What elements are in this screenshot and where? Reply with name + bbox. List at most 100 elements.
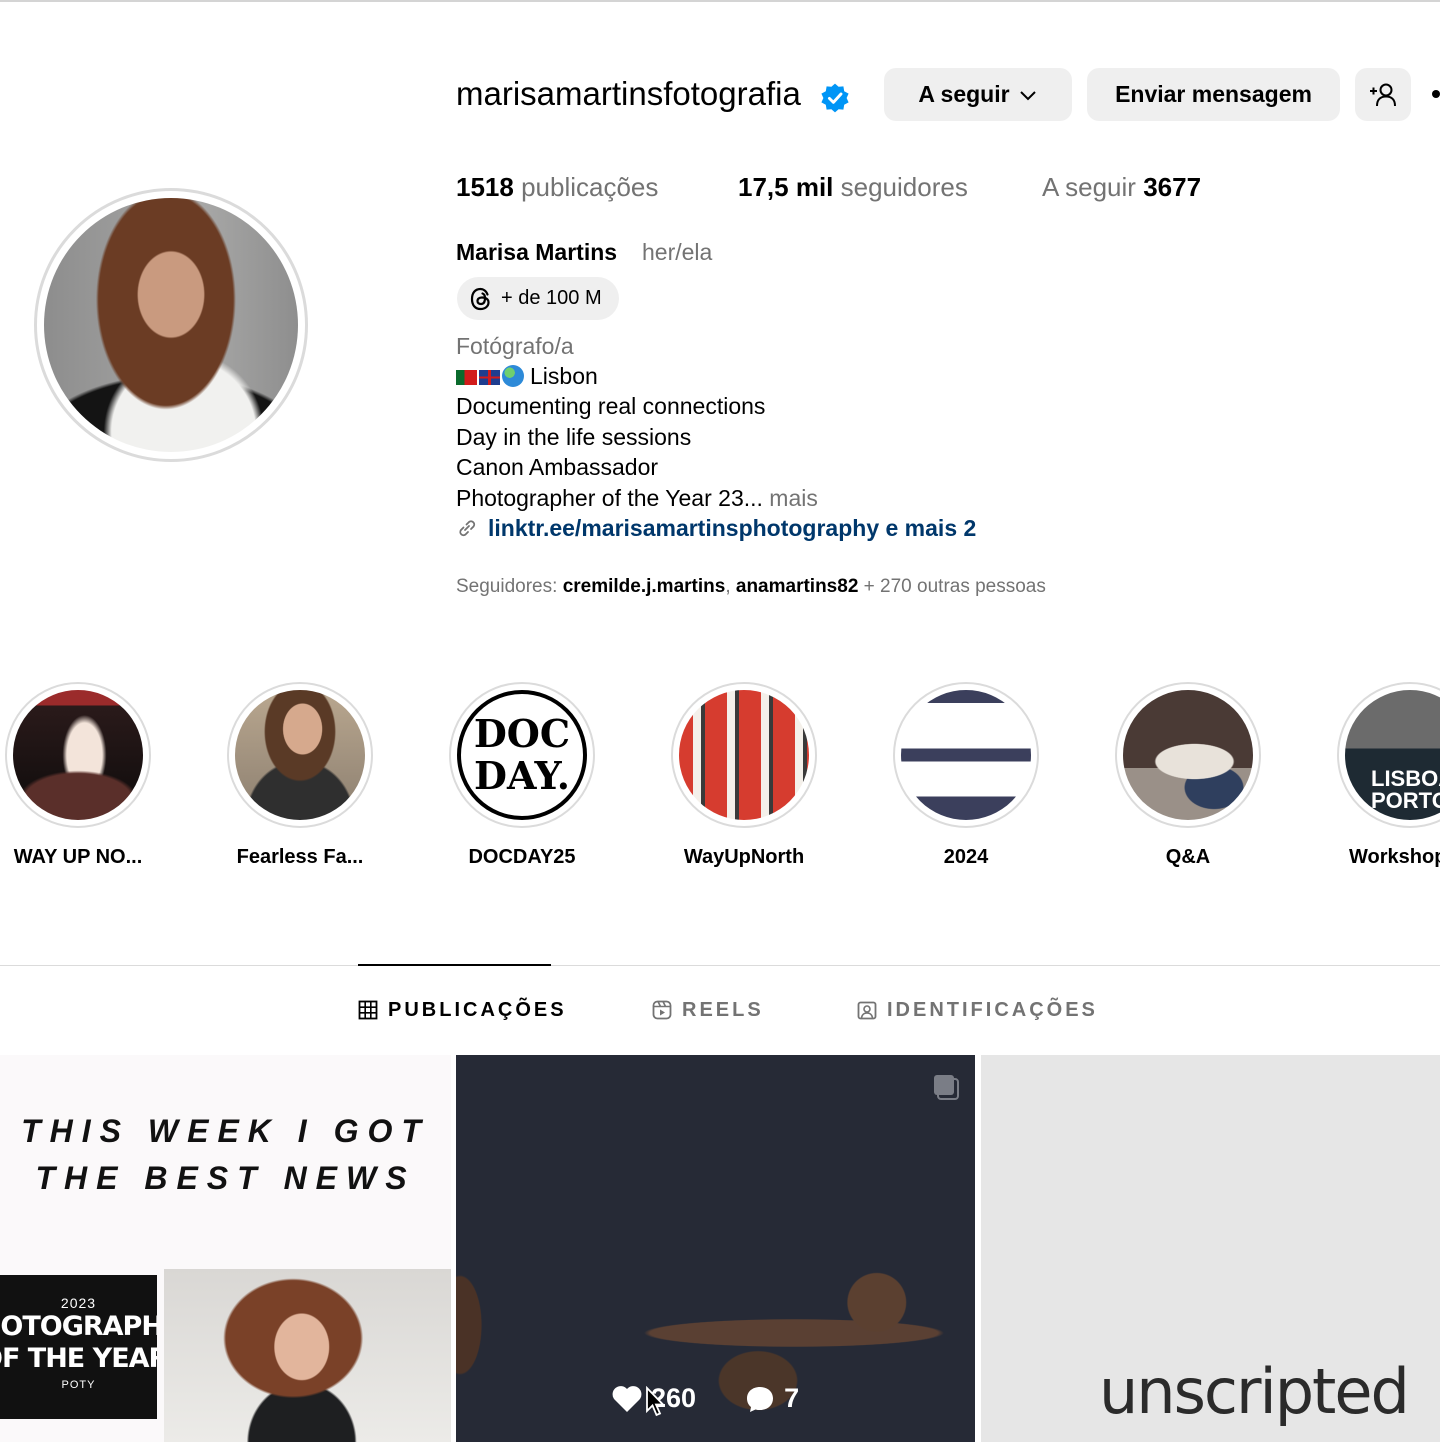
highlight-label: Workshop: [1349, 846, 1440, 868]
bio-link-text[interactable]: linktr.ee/marisamartinsphotography e mai…: [488, 513, 976, 543]
post-thumbnail[interactable]: unscripted: [981, 1055, 1440, 1442]
profile-avatar[interactable]: [44, 198, 298, 452]
highlight-ring: DOC DAY.: [449, 682, 595, 828]
portrait-photo: [164, 1269, 451, 1442]
link-icon: [459, 520, 476, 537]
followed-by-user[interactable]: anamartins82: [736, 576, 859, 597]
grid-icon: [358, 1000, 378, 1020]
reels-icon: [652, 1000, 672, 1020]
tab-tagged[interactable]: IDENTIFICAÇÕES: [857, 996, 1098, 1024]
posts-count-stat: 1518 publicações: [456, 170, 658, 204]
tab-posts[interactable]: PUBLICAÇÕES: [358, 996, 567, 1024]
threads-badge[interactable]: + de 100 M: [457, 277, 619, 320]
bio-line: Canon Ambassador: [456, 454, 659, 480]
post-text: unscripted: [1099, 1355, 1410, 1428]
send-message-button[interactable]: Enviar mensagem: [1087, 68, 1340, 121]
highlight-cover-text: DAY.: [473, 753, 570, 798]
story-highlight[interactable]: Q&A: [1115, 682, 1261, 868]
followers-count-stat[interactable]: 17,5 mil seguidores: [738, 170, 968, 204]
highlight-ring: [671, 682, 817, 828]
followers-count: 17,5 mil: [738, 172, 834, 202]
followed-by-separator: ,: [725, 576, 731, 597]
posts-label: publicações: [521, 172, 659, 202]
highlight-cover: [235, 690, 365, 820]
following-button-label: A seguir: [918, 81, 1010, 107]
mouse-cursor-icon: [646, 1386, 665, 1417]
highlight-cover: [1123, 690, 1253, 820]
highlight-ring: [5, 682, 151, 828]
highlight-cover-text: PORTO: [1371, 788, 1440, 813]
highlight-cover: LISBOA PORTO: [1345, 690, 1440, 820]
bio-more-link[interactable]: mais: [769, 485, 818, 511]
posts-count: 1518: [456, 172, 514, 202]
comment-icon: [747, 1386, 774, 1412]
following-dropdown-button[interactable]: A seguir: [884, 68, 1072, 121]
bio-line-last: Photographer of the Year 23... mais: [456, 483, 818, 513]
award-title: PHOTOGRAPHER: [0, 1311, 157, 1342]
chevron-down-icon: [1019, 90, 1036, 100]
comments-count: 7: [784, 1383, 800, 1413]
highlight-cover: [901, 690, 1031, 820]
highlight-ring: [1115, 682, 1261, 828]
highlight-ring: [227, 682, 373, 828]
followed-by-suffix: + 270 outras pessoas: [863, 576, 1046, 597]
uk-flag-icon: [479, 370, 500, 385]
post-text-line: THIS WEEK I GOT: [21, 1113, 430, 1149]
award-tag: POTY: [61, 1379, 96, 1391]
threads-badge-label: + de 100 M: [501, 287, 602, 309]
more-options-icon[interactable]: [1432, 90, 1440, 98]
heart-icon: [612, 1386, 642, 1412]
add-user-icon: [1370, 83, 1396, 106]
tab-label: REELS: [682, 999, 764, 1021]
highlight-cover-text: LISBOA: [1371, 766, 1440, 791]
highlight-cover-text: DOC: [473, 711, 571, 756]
post-thumbnail[interactable]: THIS WEEK I GOT THE BEST NEWS 2023 PHOTO…: [0, 1055, 451, 1442]
award-year: 2023: [60, 1295, 97, 1311]
active-tab-indicator: [358, 964, 551, 966]
bio-line: Documenting real connections: [456, 393, 766, 419]
followed-by-user[interactable]: cremilde.j.martins: [563, 576, 726, 597]
bio-link[interactable]: linktr.ee/marisamartinsphotography e mai…: [456, 513, 976, 543]
post-text-line: THE BEST NEWS: [35, 1160, 416, 1196]
story-highlight[interactable]: 2024: [893, 682, 1039, 868]
tabs-divider: [0, 965, 1440, 966]
tab-reels[interactable]: REELS: [652, 996, 764, 1024]
comments-stat: 7: [744, 1383, 799, 1414]
carousel-icon: [934, 1075, 959, 1100]
followers-label: seguidores: [840, 172, 968, 202]
story-highlight[interactable]: WAY UP NO...: [5, 682, 151, 868]
highlight-ring: [893, 682, 1039, 828]
bio-line-location: Lisbon: [530, 363, 598, 389]
photo-detail: [456, 1265, 496, 1385]
highlight-cover: [13, 690, 143, 820]
post-thumbnail-hovered[interactable]: 260 7: [456, 1055, 975, 1442]
suggest-users-button[interactable]: [1355, 68, 1411, 121]
threads-icon: [470, 287, 490, 310]
tagged-icon: [857, 1001, 877, 1020]
award-poster: 2023 PHOTOGRAPHER OF THE YEAR POTY: [0, 1275, 157, 1419]
following-count: 3677: [1143, 172, 1202, 202]
highlight-cover: DOC DAY.: [457, 690, 587, 820]
story-highlight[interactable]: WayUpNorth: [671, 682, 817, 868]
globe-icon: [502, 365, 524, 387]
followed-by-line[interactable]: Seguidores: cremilde.j.martins, anamarti…: [456, 574, 1046, 600]
following-count-stat[interactable]: A seguir 3677: [1042, 170, 1201, 204]
award-title: OF THE YEAR: [0, 1343, 157, 1374]
tab-label: IDENTIFICAÇÕES: [887, 999, 1098, 1021]
profile-full-name: Marisa Martins: [456, 239, 618, 265]
portugal-flag-icon: [456, 370, 477, 385]
profile-username: marisamartinsfotografia: [456, 75, 801, 112]
following-label: A seguir: [1042, 172, 1136, 202]
story-highlight[interactable]: LISBOA PORTO Workshop: [1337, 682, 1440, 868]
send-message-label: Enviar mensagem: [1115, 81, 1312, 107]
tab-label: PUBLICAÇÕES: [388, 999, 567, 1021]
bio-line: Day in the life sessions: [456, 424, 692, 450]
highlight-ring: LISBOA PORTO: [1337, 682, 1440, 828]
story-highlight[interactable]: DOC DAY. DOCDAY25: [449, 682, 595, 868]
followed-by-prefix: Seguidores:: [456, 576, 558, 597]
bio-location-line: Lisbon: [456, 361, 598, 391]
verified-badge-icon: [821, 83, 849, 113]
post-stats-overlay: 260 7: [611, 1383, 799, 1414]
story-highlight[interactable]: Fearless Fa...: [227, 682, 373, 868]
highlight-cover: [679, 690, 809, 820]
